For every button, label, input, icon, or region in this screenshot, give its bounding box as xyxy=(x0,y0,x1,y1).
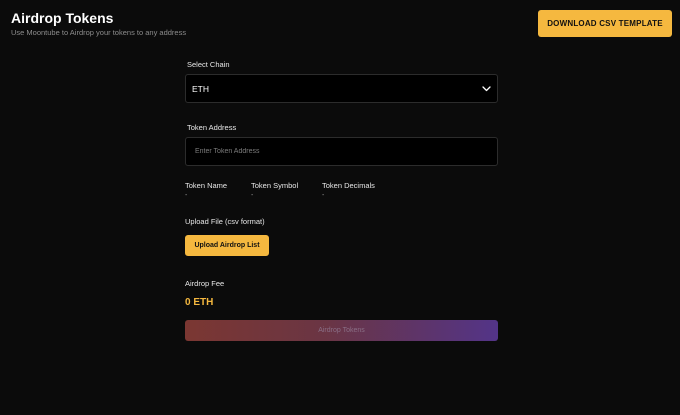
token-address-field-wrapper xyxy=(185,137,498,166)
token-symbol-label: Token Symbol xyxy=(251,181,299,190)
chevron-down-icon xyxy=(481,84,491,94)
token-decimals-value: - xyxy=(322,192,325,199)
upload-file-label: Upload File (csv format) xyxy=(185,217,265,226)
airdrop-tokens-button[interactable]: Airdrop Tokens xyxy=(185,320,498,341)
chain-select[interactable]: ETH xyxy=(185,74,498,103)
airdrop-fee-label: Airdrop Fee xyxy=(185,279,225,288)
token-address-input[interactable] xyxy=(195,148,488,155)
token-name-label: Token Name xyxy=(185,181,228,190)
page-subtitle: Use Moontube to Airdrop your tokens to a… xyxy=(11,28,187,37)
select-chain-label: Select Chain xyxy=(187,60,230,69)
upload-airdrop-list-button[interactable]: Upload Airdrop List xyxy=(185,235,269,256)
token-name-value: - xyxy=(185,192,188,199)
token-decimals-label: Token Decimals xyxy=(322,181,375,190)
download-csv-template-button[interactable]: DOWNLOAD CSV TEMPLATE xyxy=(538,10,672,37)
token-symbol-value: - xyxy=(251,192,254,199)
page-title: Airdrop Tokens xyxy=(11,10,114,26)
chain-select-value: ETH xyxy=(192,83,209,94)
airdrop-fee-value: 0 ETH xyxy=(185,297,214,308)
token-address-label: Token Address xyxy=(187,123,237,132)
